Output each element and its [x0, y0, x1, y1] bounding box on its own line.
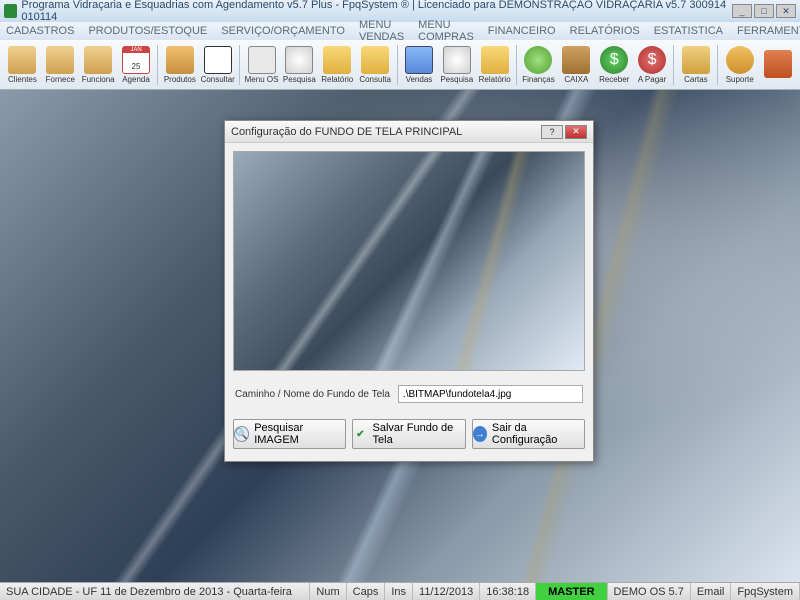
status-email[interactable]: Email [691, 583, 732, 600]
search-icon [285, 46, 313, 74]
background-preview [233, 151, 585, 371]
barcode-icon [204, 46, 232, 74]
menu-serviooramento[interactable]: SERVIÇO/ORÇAMENTO [221, 25, 345, 37]
people-icon [46, 46, 74, 74]
toolbar-consultar[interactable]: Consultar [199, 42, 236, 88]
path-input[interactable] [398, 385, 583, 403]
toolbar: ClientesForneceFuncionaAgendaProdutosCon… [0, 40, 800, 90]
close-button[interactable]: ✕ [776, 4, 796, 18]
dialog-titlebar: Configuração do FUNDO DE TELA PRINCIPAL … [225, 121, 593, 143]
status-city: SUA CIDADE - UF 11 de Dezembro de 2013 -… [0, 583, 310, 600]
minimize-button[interactable]: _ [732, 4, 752, 18]
cal-icon [122, 46, 150, 74]
status-master: MASTER [536, 583, 607, 600]
money-icon [524, 46, 552, 74]
toolbar-consulta[interactable]: Consulta [357, 42, 394, 88]
status-time: 16:38:18 [480, 583, 536, 600]
search-image-button[interactable]: 🔍 Pesquisar IMAGEM [233, 419, 346, 449]
toolbar-produtos[interactable]: Produtos [161, 42, 198, 88]
money2-icon [562, 46, 590, 74]
menu-relatrios[interactable]: RELATÓRIOS [570, 25, 640, 37]
toolbar-clientes[interactable]: Clientes [4, 42, 41, 88]
search-icon [443, 46, 471, 74]
toolbar-cartas[interactable]: Cartas [677, 42, 714, 88]
app-icon [4, 4, 17, 18]
toolbar-pesquisa[interactable]: Pesquisa [438, 42, 475, 88]
window-controls: _ □ ✕ [732, 4, 796, 18]
dialog-help-button[interactable]: ? [541, 125, 563, 139]
coin-icon: $ [600, 46, 628, 74]
toolbar-relatório[interactable]: Relatório [476, 42, 513, 88]
toolbar-menuos[interactable]: Menu OS [243, 42, 280, 88]
toolbar-suporte[interactable]: Suporte [721, 42, 758, 88]
exit-config-button[interactable]: → Sair da Configuração [472, 419, 585, 449]
background-config-dialog: Configuração do FUNDO DE TELA PRINCIPAL … [224, 120, 594, 462]
menu-produtosestoque[interactable]: PRODUTOS/ESTOQUE [88, 25, 207, 37]
toolbar-fornece[interactable]: Fornece [42, 42, 79, 88]
menu-menucompras[interactable]: MENU COMPRAS [418, 19, 474, 43]
status-demo: DEMO OS 5.7 [608, 583, 691, 600]
menubar: CADASTROS PRODUTOS/ESTOQUE SERVIÇO/ORÇAMEN… [0, 22, 800, 40]
toolbar-relatório[interactable]: Relatório [319, 42, 356, 88]
toolbar-caixa[interactable]: CAIXA [558, 42, 595, 88]
people-icon [84, 46, 112, 74]
maximize-button[interactable]: □ [754, 4, 774, 18]
desktop-background: Configuração do FUNDO DE TELA PRINCIPAL … [0, 90, 800, 582]
card-icon [682, 46, 710, 74]
folder-icon [323, 46, 351, 74]
path-label: Caminho / Nome do Fundo de Tela [235, 389, 390, 400]
menu-cadastros[interactable]: CADASTROS [6, 25, 74, 37]
dialog-title: Configuração do FUNDO DE TELA PRINCIPAL [231, 126, 462, 138]
monitor-icon [405, 46, 433, 74]
clip-icon [248, 46, 276, 74]
folder-icon [481, 46, 509, 74]
dialog-close-button[interactable]: ✕ [565, 125, 587, 139]
toolbar-agenda[interactable]: Agenda [118, 42, 155, 88]
save-background-button[interactable]: ✔ Salvar Fundo de Tela [352, 419, 465, 449]
toolbar-receber[interactable]: $Receber [596, 42, 633, 88]
support-icon [726, 46, 754, 74]
status-ins: Ins [385, 583, 413, 600]
status-fpq[interactable]: FpqSystem [731, 583, 800, 600]
toolbar-finanças[interactable]: Finanças [520, 42, 557, 88]
arrow-right-icon: → [473, 426, 487, 442]
toolbar-exit[interactable] [759, 42, 796, 88]
exit-icon [764, 50, 792, 78]
box-icon [166, 46, 194, 74]
toolbar-funciona[interactable]: Funciona [80, 42, 117, 88]
toolbar-pesquisa[interactable]: Pesquisa [281, 42, 318, 88]
folder-icon [361, 46, 389, 74]
status-num: Num [310, 583, 346, 600]
menu-financeiro[interactable]: FINANCEIRO [488, 25, 556, 37]
magnifier-icon: 🔍 [234, 426, 249, 442]
menu-menuvendas[interactable]: MENU VENDAS [359, 19, 404, 43]
toolbar-apagar[interactable]: $A Pagar [634, 42, 671, 88]
toolbar-vendas[interactable]: Vendas [401, 42, 438, 88]
statusbar: SUA CIDADE - UF 11 de Dezembro de 2013 -… [0, 582, 800, 600]
people-icon [8, 46, 36, 74]
menu-estatistica[interactable]: ESTATISTICA [654, 25, 723, 37]
menu-ferramentas[interactable]: FERRAMENTAS [737, 25, 800, 37]
checkmark-icon: ✔ [353, 426, 367, 442]
coin2-icon: $ [638, 46, 666, 74]
status-caps: Caps [347, 583, 386, 600]
status-date: 11/12/2013 [413, 583, 480, 600]
